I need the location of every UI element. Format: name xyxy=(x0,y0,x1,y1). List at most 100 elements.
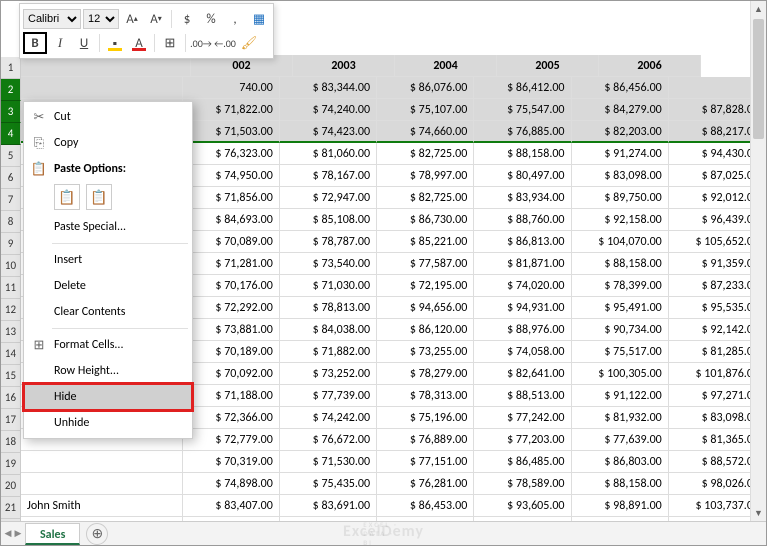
cell[interactable]: $ 78,167.00 xyxy=(280,165,377,187)
cell[interactable]: $ 73,540.00 xyxy=(280,253,377,275)
cell[interactable]: $ 80,497.00 xyxy=(474,165,571,187)
font-color-icon[interactable]: A xyxy=(128,32,150,54)
cell[interactable]: $ 82,725.00 xyxy=(377,143,474,165)
cell[interactable]: 2003 xyxy=(293,55,395,77)
row-header[interactable]: 20 xyxy=(1,475,21,497)
cell[interactable]: $ 89,750.00 xyxy=(572,187,669,209)
cell[interactable]: $ 83,407.00 xyxy=(183,495,280,517)
cell[interactable]: $ 72,779.00 xyxy=(183,429,280,451)
menu-unhide[interactable]: Unhide xyxy=(24,410,192,436)
row-header[interactable]: 17 xyxy=(1,409,21,431)
cell[interactable]: $ 71,856.00 xyxy=(183,187,280,209)
row-header[interactable]: 13 xyxy=(1,321,21,343)
cell[interactable]: 2005 xyxy=(497,55,599,77)
cell[interactable]: $ 88,158.00 xyxy=(572,253,669,275)
cell[interactable]: $ 85,221.00 xyxy=(377,231,474,253)
cell[interactable]: $ 77,151.00 xyxy=(377,451,474,473)
cell[interactable]: $ 70,319.00 xyxy=(183,451,280,473)
cell[interactable]: $ 88,158.00 xyxy=(572,473,669,495)
cell[interactable]: John Smith xyxy=(21,495,183,517)
cell[interactable]: 740.00 xyxy=(183,77,280,99)
cell[interactable]: $ 104,070.00 xyxy=(572,231,669,253)
cell[interactable]: $ 74,058.00 xyxy=(474,341,571,363)
tab-nav-next-icon[interactable]: ▶ xyxy=(13,525,23,543)
cell[interactable]: $ 73,252.00 xyxy=(280,363,377,385)
cell[interactable]: $ 78,313.00 xyxy=(377,385,474,407)
row-header[interactable]: 21 xyxy=(1,497,21,519)
cell[interactable]: $ 78,997.00 xyxy=(377,165,474,187)
font-name-select[interactable]: Calibri xyxy=(23,9,81,29)
cell[interactable]: $ 71,882.00 xyxy=(280,341,377,363)
cell[interactable]: $ 72,195.00 xyxy=(377,275,474,297)
cell[interactable]: $ 84,038.00 xyxy=(280,319,377,341)
row-header[interactable]: 3 xyxy=(1,101,21,123)
scroll-down-icon[interactable]: ▼ xyxy=(751,505,766,521)
cell[interactable]: $ 74,423.00 xyxy=(280,121,377,143)
cell[interactable]: $ 83,934.00 xyxy=(474,187,571,209)
row-header[interactable]: 12 xyxy=(1,299,21,321)
cell[interactable]: 2004 xyxy=(395,55,497,77)
cell[interactable]: $ 74,240.00 xyxy=(280,99,377,121)
cell[interactable]: $ 74,020.00 xyxy=(474,275,571,297)
row-header[interactable]: 11 xyxy=(1,277,21,299)
cell[interactable]: $ 82,203.00 xyxy=(572,121,669,143)
cell[interactable]: $ 86,456.00 xyxy=(572,77,669,99)
menu-insert[interactable]: Insert xyxy=(24,247,192,273)
cell[interactable]: $ 85,108.00 xyxy=(280,209,377,231)
cell[interactable]: $ 71,281.00 xyxy=(183,253,280,275)
cell[interactable]: $ 86,730.00 xyxy=(377,209,474,231)
cell[interactable]: $ 70,176.00 xyxy=(183,275,280,297)
row-header[interactable]: 15 xyxy=(1,365,21,387)
cell[interactable]: $ 76,889.00 xyxy=(377,429,474,451)
cell[interactable]: $ 78,787.00 xyxy=(280,231,377,253)
merge-icon[interactable]: ▦ xyxy=(248,8,270,30)
cell[interactable]: $ 82,641.00 xyxy=(474,363,571,385)
row-header[interactable]: 10 xyxy=(1,255,21,277)
cell[interactable]: $ 70,089.00 xyxy=(183,231,280,253)
cell[interactable]: $ 82,725.00 xyxy=(377,187,474,209)
cell[interactable]: $ 70,189.00 xyxy=(183,341,280,363)
increase-decimal-icon[interactable]: .00→ xyxy=(190,32,212,54)
cell[interactable]: $ 84,693.00 xyxy=(183,209,280,231)
cell[interactable]: $ 95,491.00 xyxy=(572,297,669,319)
cell[interactable]: $ 86,485.00 xyxy=(474,451,571,473)
cell[interactable]: $ 88,760.00 xyxy=(474,209,571,231)
cell[interactable]: $ 81,932.00 xyxy=(572,407,669,429)
cell[interactable]: $ 75,435.00 xyxy=(280,473,377,495)
cell[interactable]: $ 73,255.00 xyxy=(377,341,474,363)
menu-hide[interactable]: Hide xyxy=(24,384,192,410)
cell[interactable]: $ 83,098.00 xyxy=(572,165,669,187)
cell[interactable]: $ 78,399.00 xyxy=(572,275,669,297)
menu-format-cells[interactable]: ⊞ Format Cells... xyxy=(24,332,192,358)
decrease-font-icon[interactable]: A▾ xyxy=(145,8,167,30)
row-header[interactable]: 8 xyxy=(1,211,21,233)
cell[interactable] xyxy=(21,451,183,473)
cell[interactable]: $ 88,976.00 xyxy=(474,319,571,341)
currency-icon[interactable]: $ xyxy=(176,8,198,30)
bold-button[interactable]: B xyxy=(23,32,47,54)
cell[interactable]: $ 81,871.00 xyxy=(474,253,571,275)
cell[interactable]: $ 88,158.00 xyxy=(474,143,571,165)
scroll-thumb[interactable] xyxy=(753,19,764,139)
menu-cut[interactable]: ✂ Cut xyxy=(24,104,192,130)
cell[interactable]: $ 74,660.00 xyxy=(377,121,474,143)
menu-paste-special[interactable]: Paste Special... xyxy=(24,214,192,240)
cell[interactable]: $ 77,639.00 xyxy=(572,429,669,451)
cell[interactable]: $ 76,281.00 xyxy=(377,473,474,495)
cell[interactable]: $ 78,589.00 xyxy=(474,473,571,495)
cell[interactable]: $ 81,060.00 xyxy=(280,143,377,165)
cell[interactable]: $ 86,813.00 xyxy=(474,231,571,253)
cell[interactable]: $ 71,503.00 xyxy=(183,121,280,143)
cell[interactable]: $ 93,605.00 xyxy=(474,495,571,517)
cell[interactable]: $ 98,891.00 xyxy=(572,495,669,517)
underline-button[interactable]: U xyxy=(73,32,95,54)
row-header[interactable]: 5 xyxy=(1,145,21,167)
cell[interactable]: $ 74,242.00 xyxy=(280,407,377,429)
percent-icon[interactable]: % xyxy=(200,8,222,30)
cell[interactable]: $ 83,691.00 xyxy=(280,495,377,517)
cell[interactable]: $ 77,203.00 xyxy=(474,429,571,451)
cell[interactable]: $ 76,672.00 xyxy=(280,429,377,451)
cell[interactable]: $ 76,885.00 xyxy=(474,121,571,143)
cell[interactable]: $ 74,950.00 xyxy=(183,165,280,187)
cell[interactable]: $ 72,366.00 xyxy=(183,407,280,429)
